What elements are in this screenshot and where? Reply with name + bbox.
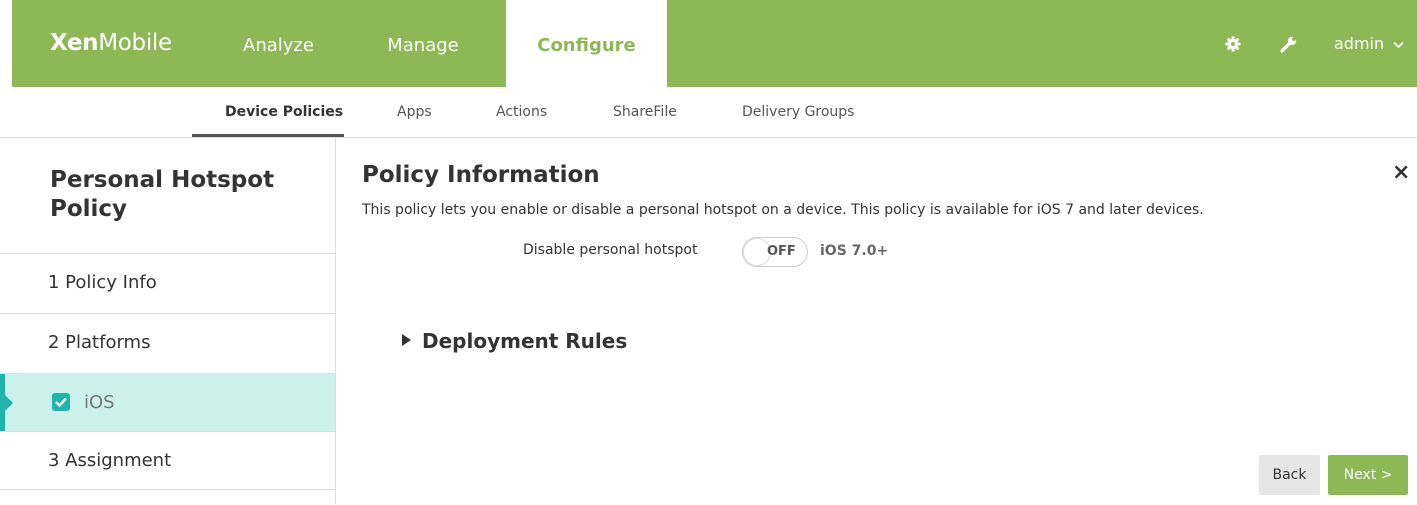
logo-regular-part: Mobile — [98, 30, 172, 56]
subnav-device-policies[interactable]: Device Policies — [225, 87, 343, 137]
logo-bold-part: Xen — [50, 30, 99, 56]
step-assignment-label: 3 Assignment — [48, 450, 172, 471]
step-assignment[interactable]: 3 Assignment — [0, 431, 335, 490]
wizard-sidebar: Personal Hotspot Policy 1 Policy Info 2 … — [0, 138, 336, 504]
step-policy-info[interactable]: 1 Policy Info — [0, 253, 335, 312]
active-step-arrow-icon — [5, 395, 13, 411]
policy-title: Personal Hotspot Policy — [50, 167, 275, 222]
admin-username: admin — [1334, 34, 1385, 53]
policy-description: This policy lets you enable or disable a… — [362, 202, 1204, 218]
step-platforms-label: 2 Platforms — [48, 332, 151, 353]
tab-manage[interactable]: Manage — [358, 0, 488, 87]
subnav-delivery-groups[interactable]: Delivery Groups — [742, 87, 854, 137]
step-policy-info-label: 1 Policy Info — [48, 272, 157, 293]
sidebar-bottom-divider — [0, 489, 335, 505]
step-platforms[interactable]: 2 Platforms — [0, 313, 335, 372]
ios-checkbox[interactable] — [52, 393, 70, 411]
disable-hotspot-label: Disable personal hotspot — [523, 242, 698, 258]
active-subnav-underline — [192, 134, 344, 137]
sub-navigation: Device Policies Apps Actions ShareFile D… — [0, 87, 1417, 138]
admin-menu[interactable]: admin — [1334, 34, 1404, 53]
step-platform-ios[interactable]: iOS — [0, 373, 335, 432]
deployment-rules-expander[interactable]: Deployment Rules — [402, 329, 627, 353]
top-navigation-bar: XenMobile Analyze Manage Configure admin — [0, 0, 1417, 87]
tab-configure[interactable]: Configure — [506, 0, 667, 87]
subnav-apps[interactable]: Apps — [397, 87, 432, 137]
checkmark-icon — [55, 397, 67, 408]
page-title: Policy Information — [362, 162, 600, 188]
toggle-state-text: OFF — [767, 244, 796, 259]
gear-icon[interactable] — [1225, 36, 1241, 56]
back-button[interactable]: Back — [1259, 455, 1320, 495]
chevron-down-icon — [1389, 34, 1404, 53]
deployment-rules-label: Deployment Rules — [422, 329, 628, 353]
tab-analyze[interactable]: Analyze — [211, 0, 346, 87]
caret-right-icon — [402, 334, 411, 346]
ios-version-badge: iOS 7.0+ — [820, 243, 889, 259]
disable-hotspot-toggle[interactable]: OFF — [742, 237, 808, 267]
subnav-sharefile[interactable]: ShareFile — [613, 87, 677, 137]
wrench-icon[interactable] — [1280, 35, 1298, 57]
next-button[interactable]: Next > — [1328, 455, 1408, 495]
xenmobile-logo[interactable]: XenMobile — [50, 30, 172, 56]
topbar-left-edge — [0, 0, 12, 87]
subnav-actions[interactable]: Actions — [496, 87, 547, 137]
ios-platform-label: iOS — [84, 392, 115, 413]
close-icon[interactable]: × — [1392, 160, 1410, 185]
